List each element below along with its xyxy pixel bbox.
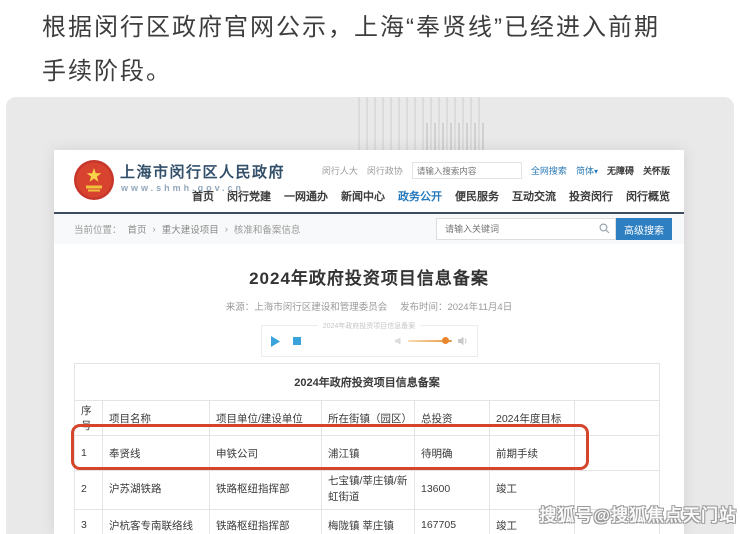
column-header: [575, 401, 660, 436]
stop-icon[interactable]: [293, 337, 301, 345]
article-intro-line2: 手续阶段。: [42, 50, 722, 94]
breadcrumb-label: 当前位置：: [74, 222, 122, 236]
cell: 铁路枢纽指挥部: [210, 471, 322, 510]
link-minhang-renda[interactable]: 闵行人大: [322, 164, 358, 177]
breadcrumb-separator: ›: [153, 224, 156, 235]
national-emblem-icon: [74, 160, 114, 200]
cell: 浦江镇: [322, 436, 415, 471]
column-header: 总投资: [415, 401, 490, 436]
nav-item-convenience[interactable]: 便民服务: [455, 188, 499, 204]
volume-slider-handle[interactable]: [442, 337, 449, 344]
cell: 13600: [415, 471, 490, 510]
breadcrumb: 当前位置： 首页 › 重大建设项目 › 核准和备案信息: [74, 222, 300, 236]
table-header-row: 序号 项目名称 项目单位/建设单位 所在街镇（园区） 总投资 2024年度目标: [75, 401, 660, 436]
cell: 铁路枢纽指挥部: [210, 510, 322, 534]
nav-item-investment[interactable]: 投资闵行: [569, 188, 613, 204]
audio-player-label: 2024年政府投资项目信息备案: [318, 321, 421, 331]
table-caption: 2024年政府投资项目信息备案: [75, 364, 660, 401]
breadcrumb-separator: ›: [225, 224, 228, 235]
source-label: 来源：上海市闵行区建设和管理委员会: [226, 302, 388, 313]
keyword-search: 高级搜索: [436, 218, 672, 240]
cell: 奉贤线: [103, 436, 210, 471]
language-select[interactable]: 简体▾: [576, 164, 598, 177]
nav-item-party[interactable]: 闵行党建: [227, 188, 271, 204]
article-meta: 来源：上海市闵行区建设和管理委员会 发布时间：2024年11月4日: [54, 299, 684, 313]
screenshot-panel: 上海市闵行区人民政府 www.shmh.gov.cn 闵行人大 闵行政协 全网搜…: [6, 97, 734, 534]
article-content: 2024年政府投资项目信息备案 来源：上海市闵行区建设和管理委员会 发布时间：2…: [54, 264, 684, 534]
keyword-search-input[interactable]: [436, 218, 616, 240]
breadcrumb-current: 核准和备案信息: [234, 222, 301, 236]
search-icon: [599, 223, 610, 234]
cell: 七宝镇/莘庄镇/新虹街道: [322, 471, 415, 510]
cell: 167705: [415, 510, 490, 534]
column-header: 2024年度目标: [490, 401, 575, 436]
nav-item-gov-affairs[interactable]: 政务公开: [398, 188, 442, 204]
site-header: 上海市闵行区人民政府 www.shmh.gov.cn 闵行人大 闵行政协 全网搜…: [54, 150, 684, 212]
volume-low-icon: [395, 337, 402, 345]
advanced-search-button[interactable]: 高级搜索: [616, 218, 672, 240]
article-intro-line1: 根据闵行区政府官网公示，上海“奉贤线”已经进入前期: [42, 6, 722, 50]
cell: [575, 436, 660, 471]
table-row-fengxian-line: 1 奉贤线 申铁公司 浦江镇 待明确 前期手续: [75, 436, 660, 471]
accessibility-link[interactable]: 无障碍: [607, 164, 634, 177]
volume-slider[interactable]: [408, 340, 452, 342]
cell: 梅陇镇 莘庄镇: [322, 510, 415, 534]
chevron-down-icon: ▾: [594, 167, 598, 176]
nav-item-interaction[interactable]: 互动交流: [512, 188, 556, 204]
breadcrumb-major-projects[interactable]: 重大建设项目: [162, 222, 219, 236]
cell: 申铁公司: [210, 436, 322, 471]
nav-item-news[interactable]: 新闻中心: [341, 188, 385, 204]
nav-item-overview[interactable]: 闵行概览: [626, 188, 670, 204]
column-header: 序号: [75, 401, 103, 436]
cell: 前期手续: [490, 436, 575, 471]
audio-player: 2024年政府投资项目信息备案: [261, 325, 478, 357]
cell: 沪苏湖铁路: [103, 471, 210, 510]
speaker-icon[interactable]: [458, 336, 468, 346]
page-title: 2024年政府投资项目信息备案: [54, 264, 684, 289]
article-intro: 根据闵行区政府官网公示，上海“奉贤线”已经进入前期 手续阶段。: [42, 6, 722, 94]
column-header: 项目名称: [103, 401, 210, 436]
cell: 3: [75, 510, 103, 534]
breadcrumb-bar: 当前位置： 首页 › 重大建设项目 › 核准和备案信息 高级搜索: [54, 214, 684, 244]
top-utility-bar: 闵行人大 闵行政协 全网搜索 简体▾ 无障碍 关怀版: [322, 162, 670, 179]
nav-item-services[interactable]: 一网通办: [284, 188, 328, 204]
link-minhang-zhengxie[interactable]: 闵行政协: [367, 164, 403, 177]
cell: 1: [75, 436, 103, 471]
care-mode-link[interactable]: 关怀版: [643, 164, 670, 177]
column-header: 所在街镇（园区）: [322, 401, 415, 436]
play-icon[interactable]: [271, 336, 280, 347]
breadcrumb-home[interactable]: 首页: [128, 222, 147, 236]
gov-site-screenshot: 上海市闵行区人民政府 www.shmh.gov.cn 闵行人大 闵行政协 全网搜…: [54, 150, 684, 534]
column-header: 项目单位/建设单位: [210, 401, 322, 436]
cell: 2: [75, 471, 103, 510]
watermark: 搜狐号@搜狐焦点天门站: [539, 501, 737, 526]
language-label: 简体: [576, 166, 594, 176]
main-nav: 首页 闵行党建 一网通办 新闻中心 政务公开 便民服务 互动交流 投资闵行 闵行…: [192, 188, 670, 204]
publish-date: 发布时间：2024年11月4日: [400, 302, 512, 313]
site-search-button[interactable]: 全网搜索: [531, 164, 567, 177]
nav-item-home[interactable]: 首页: [192, 188, 214, 204]
site-search-input[interactable]: [412, 162, 522, 179]
cell: 待明确: [415, 436, 490, 471]
cell: 沪杭客专南联络线: [103, 510, 210, 534]
site-name: 上海市闵行区人民政府: [120, 161, 285, 182]
